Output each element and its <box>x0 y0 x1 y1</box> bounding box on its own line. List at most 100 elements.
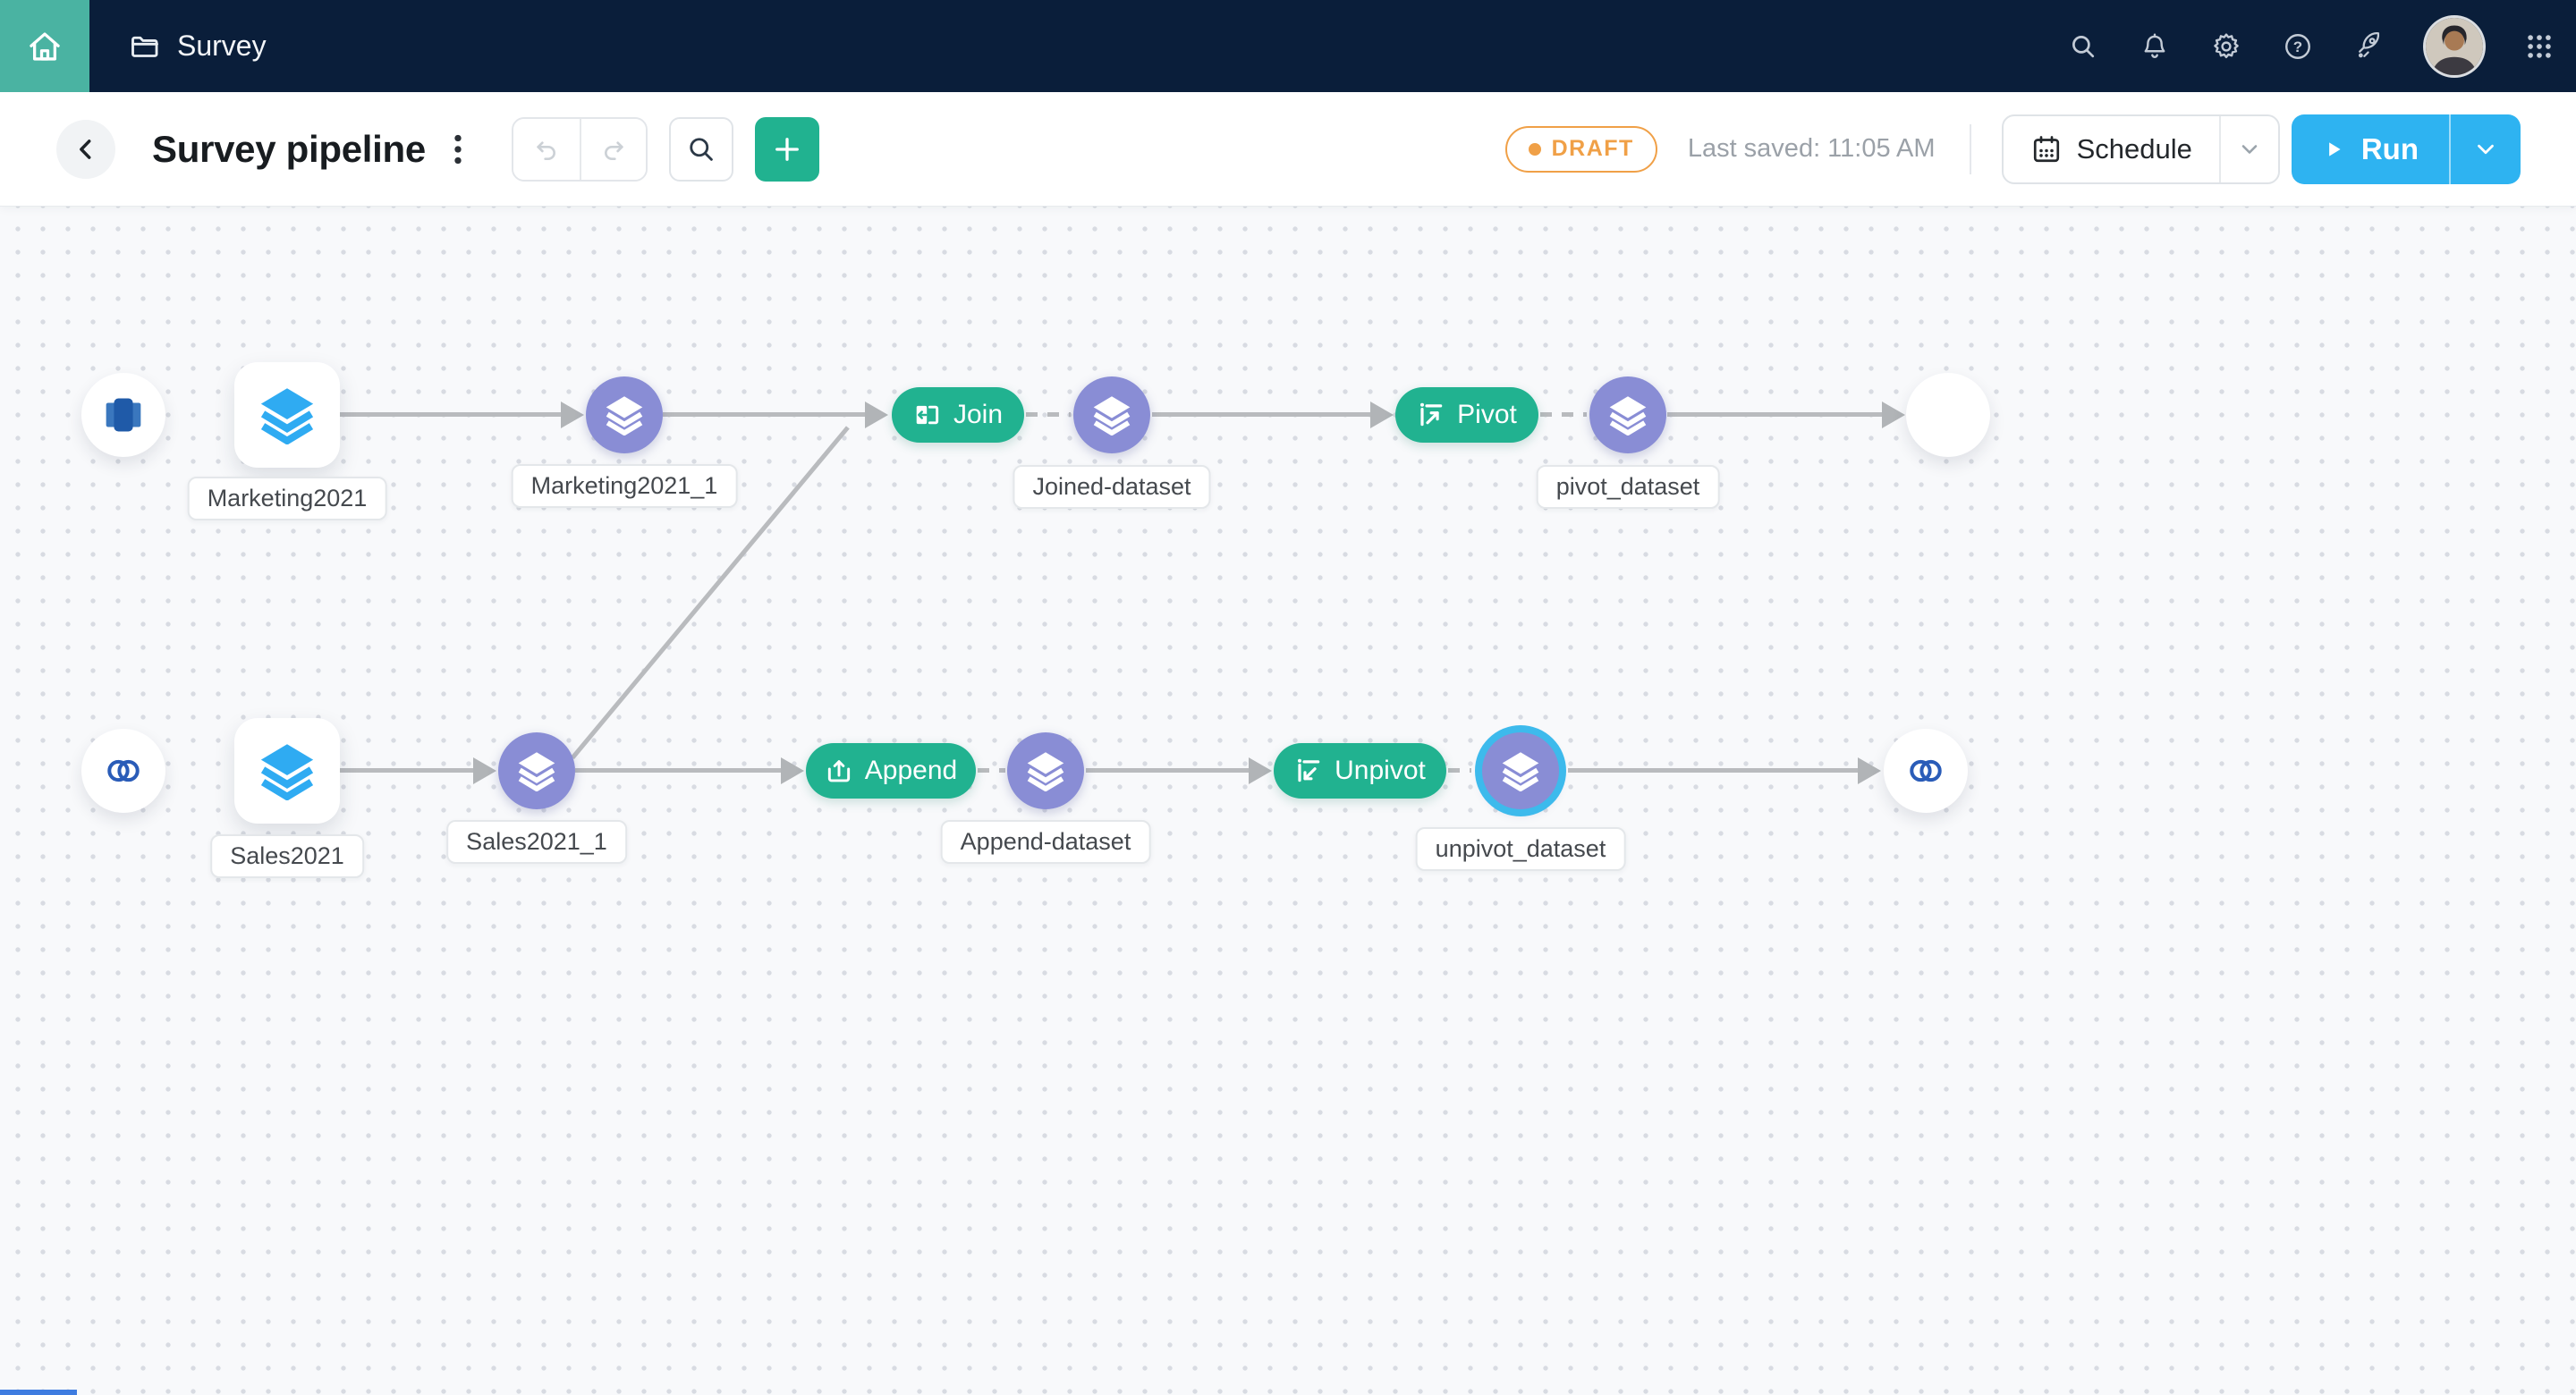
dataset-node-marketing2021[interactable] <box>234 362 340 468</box>
page-title: Survey pipeline <box>152 128 426 171</box>
workspace-breadcrumb[interactable]: Survey <box>129 30 267 63</box>
arrowhead <box>1370 402 1394 428</box>
dataset-node-joined-dataset[interactable] <box>1073 376 1150 453</box>
edge-unpivot-dataset-to-destination <box>1568 768 1858 773</box>
transform-node-join[interactable]: Join <box>892 387 1024 443</box>
transform-label: Pivot <box>1457 400 1517 430</box>
layers-icon <box>258 741 317 800</box>
edge-append-dataset-to-unpivot <box>1086 768 1249 773</box>
join-icon <box>913 401 942 429</box>
chevron-left-icon <box>71 134 101 165</box>
undo-redo-group <box>512 117 648 182</box>
undo-icon <box>532 135 561 164</box>
node-label-pivot-dataset[interactable]: pivot_dataset <box>1537 465 1720 509</box>
layers-icon <box>1500 750 1541 791</box>
destination-node-zoho-crm[interactable] <box>1884 729 1968 813</box>
transform-node-append[interactable]: Append <box>806 743 976 799</box>
layers-icon <box>1091 394 1132 435</box>
transform-label: Append <box>865 756 957 786</box>
node-label-append-dataset[interactable]: Append-dataset <box>941 820 1151 864</box>
edge-unpivot-to-unpivot-dataset <box>1448 768 1471 773</box>
edge-sales2021-1-to-append <box>575 768 781 773</box>
run-main[interactable]: Run <box>2292 114 2449 184</box>
kebab-icon <box>440 131 476 167</box>
arrowhead <box>1858 757 1881 784</box>
transform-node-pivot[interactable]: Pivot <box>1395 387 1538 443</box>
database-icon <box>1924 391 1972 439</box>
node-label-sales2021[interactable]: Sales2021 <box>210 834 364 878</box>
home-button[interactable] <box>0 0 89 92</box>
layers-icon <box>1607 394 1648 435</box>
dataset-node-unpivot-dataset-selected[interactable] <box>1482 732 1559 809</box>
transform-label: Unpivot <box>1335 756 1426 786</box>
run-button[interactable]: Run <box>2292 114 2521 184</box>
node-label-marketing2021[interactable]: Marketing2021 <box>188 477 387 520</box>
pipeline-toolbar: Survey pipeline DRAFT Last saved: 11:05 … <box>0 92 2576 207</box>
destination-node-database[interactable] <box>1906 373 1990 457</box>
dataset-node-sales2021-1[interactable] <box>498 732 575 809</box>
calendar-icon <box>2030 133 2063 165</box>
navbar-actions <box>2068 18 2576 75</box>
layers-icon <box>516 750 557 791</box>
workspace-name: Survey <box>177 30 267 63</box>
schedule-main[interactable]: Schedule <box>2004 116 2219 182</box>
top-navbar: Survey <box>0 0 2576 92</box>
toolbar-divider <box>1970 124 1971 174</box>
edge-append-to-append-dataset <box>978 768 1005 773</box>
play-icon <box>2322 138 2345 161</box>
arrowhead <box>1882 402 1905 428</box>
bell-icon[interactable] <box>2140 31 2170 62</box>
crm-link-icon <box>103 750 144 791</box>
edge-marketing2021-1-to-join <box>663 412 865 417</box>
schedule-label: Schedule <box>2077 133 2192 165</box>
folder-icon <box>129 30 161 63</box>
arrowhead <box>561 402 584 428</box>
arrowhead <box>781 757 804 784</box>
edge-pivot-dataset-to-destination <box>1667 412 1882 417</box>
node-label-unpivot-dataset[interactable]: unpivot_dataset <box>1416 827 1626 871</box>
undo-button[interactable] <box>513 119 580 180</box>
bottom-left-widget <box>0 1390 77 1395</box>
dataset-node-append-dataset[interactable] <box>1007 732 1084 809</box>
dataset-node-sales2021[interactable] <box>234 718 340 824</box>
pivot-icon <box>1417 401 1445 429</box>
edge-join-to-joined-dataset <box>1026 412 1071 417</box>
node-label-joined-dataset[interactable]: Joined-dataset <box>1013 465 1210 509</box>
arrowhead <box>1249 757 1272 784</box>
node-label-sales2021-1[interactable]: Sales2021_1 <box>446 820 627 864</box>
source-node-zoho-crm[interactable] <box>81 729 165 813</box>
append-icon <box>825 757 853 785</box>
dataset-node-pivot-dataset[interactable] <box>1589 376 1666 453</box>
arrowhead <box>473 757 496 784</box>
help-icon[interactable] <box>2283 31 2313 62</box>
search-icon <box>685 133 717 165</box>
plus-icon <box>771 133 803 165</box>
source-node-redshift[interactable] <box>81 373 165 457</box>
node-label-marketing2021-1[interactable]: Marketing2021_1 <box>512 464 738 508</box>
unpivot-icon <box>1294 757 1323 785</box>
back-button[interactable] <box>56 120 115 179</box>
run-dropdown[interactable] <box>2449 114 2521 184</box>
layers-icon <box>1025 750 1066 791</box>
chevron-down-icon <box>2237 137 2262 162</box>
edge-joined-dataset-to-pivot <box>1152 412 1370 417</box>
redo-button[interactable] <box>580 119 646 180</box>
redo-icon <box>599 135 628 164</box>
crm-link-icon <box>1905 750 1946 791</box>
add-node-button[interactable] <box>755 117 819 182</box>
last-saved-text: Last saved: 11:05 AM <box>1688 134 1936 164</box>
apps-grid-icon[interactable] <box>2524 31 2555 62</box>
schedule-button[interactable]: Schedule <box>2002 114 2280 184</box>
search-icon[interactable] <box>2068 31 2098 62</box>
transform-node-unpivot[interactable]: Unpivot <box>1274 743 1446 799</box>
status-text: DRAFT <box>1552 136 1634 162</box>
gear-icon[interactable] <box>2211 31 2241 62</box>
canvas-search-button[interactable] <box>669 117 733 182</box>
more-options-button[interactable] <box>440 131 476 167</box>
rocket-icon[interactable] <box>2354 31 2385 62</box>
pipeline-canvas[interactable]: Join Pivot Append Unpivot Marketing2021 … <box>0 207 2576 1395</box>
status-badge: DRAFT <box>1505 126 1657 173</box>
dataset-node-marketing2021-1[interactable] <box>586 376 663 453</box>
avatar[interactable] <box>2426 18 2483 75</box>
schedule-dropdown[interactable] <box>2219 116 2278 182</box>
